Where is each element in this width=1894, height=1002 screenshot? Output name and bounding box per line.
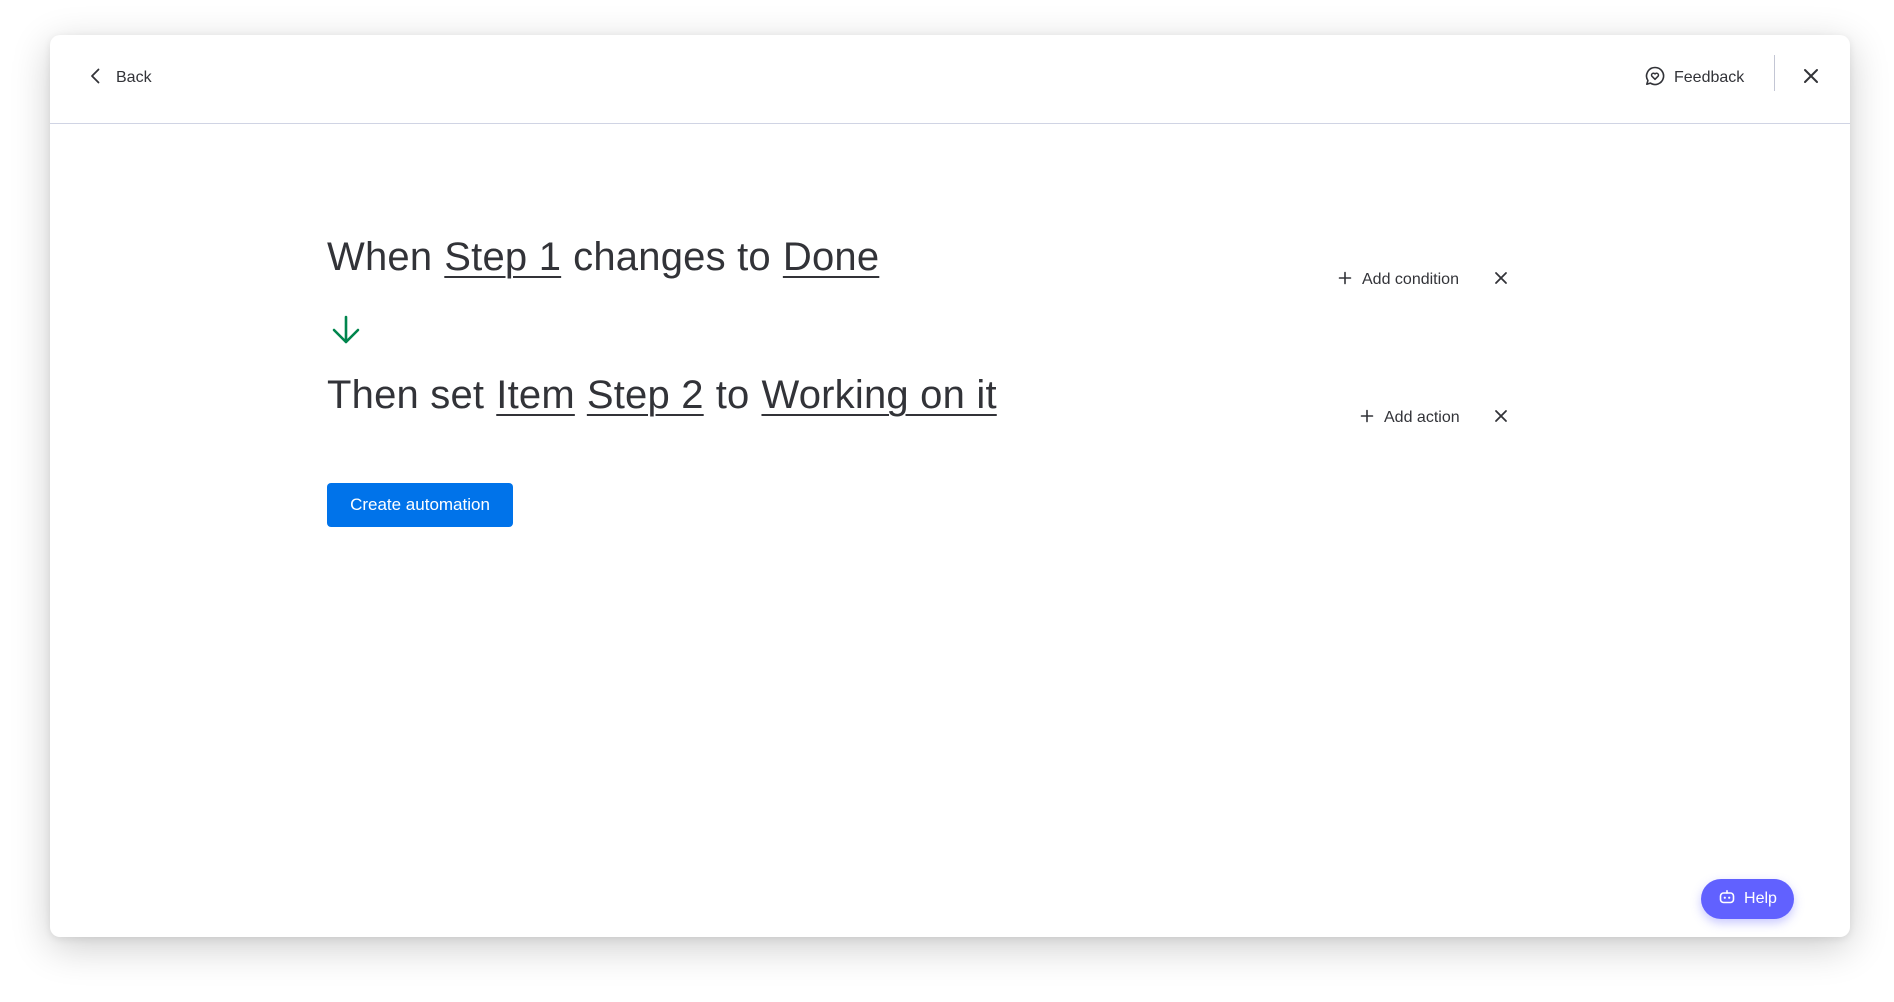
remove-trigger-button[interactable] (1489, 268, 1513, 292)
remove-action-button[interactable] (1489, 406, 1513, 430)
chat-heart-icon (1644, 65, 1666, 92)
add-condition-button[interactable]: Add condition (1338, 265, 1459, 295)
back-button[interactable]: Back (80, 61, 158, 95)
action-prefix: Then set (327, 373, 485, 417)
automation-modal: Back Feedback When Step 1 changes to Don… (50, 35, 1850, 937)
modal-header: Back Feedback (50, 35, 1850, 124)
close-icon (1494, 409, 1508, 428)
create-automation-button[interactable]: Create automation (327, 483, 513, 527)
back-label: Back (116, 69, 152, 86)
robot-icon (1718, 888, 1736, 911)
add-action-button[interactable]: Add action (1360, 403, 1460, 433)
trigger-sentence: When Step 1 changes to Done (327, 235, 891, 280)
add-action-label: Add action (1384, 409, 1460, 426)
plus-icon (1360, 409, 1374, 428)
plus-icon (1338, 271, 1352, 290)
close-icon (1494, 271, 1508, 290)
arrow-down-icon (329, 313, 363, 347)
header-divider (1774, 55, 1775, 91)
action-sentence: Then set Item Step 2 to Working on it (327, 373, 1009, 418)
add-condition-label: Add condition (1362, 271, 1459, 288)
trigger-middle: changes to (573, 235, 771, 279)
close-icon (1802, 67, 1820, 90)
action-value-token[interactable]: Working on it (761, 373, 996, 418)
action-target-token[interactable]: Item (496, 373, 575, 418)
help-button[interactable]: Help (1701, 879, 1794, 919)
feedback-button[interactable]: Feedback (1644, 61, 1744, 95)
trigger-value-token[interactable]: Done (783, 235, 879, 280)
trigger-prefix: When (327, 235, 433, 279)
feedback-label: Feedback (1674, 69, 1745, 86)
chevron-left-icon (86, 66, 106, 91)
help-label: Help (1744, 890, 1777, 907)
trigger-column-token[interactable]: Step 1 (444, 235, 561, 280)
close-modal-button[interactable] (1794, 61, 1828, 95)
action-column-token[interactable]: Step 2 (587, 373, 704, 418)
page: Back Feedback When Step 1 changes to Don… (0, 0, 1894, 1002)
action-middle: to (715, 373, 750, 417)
